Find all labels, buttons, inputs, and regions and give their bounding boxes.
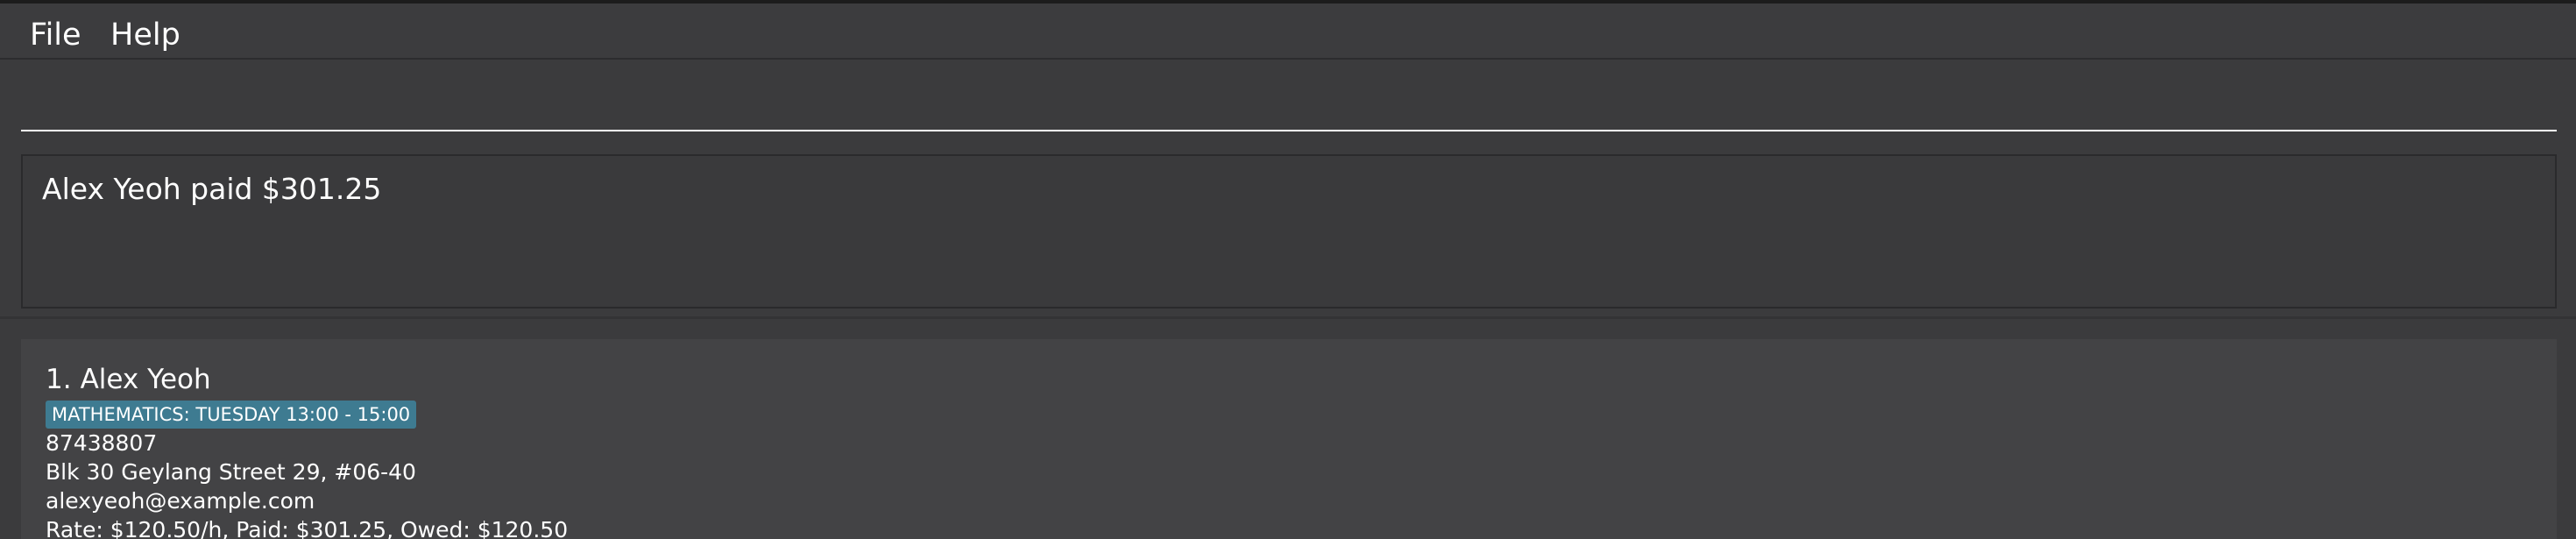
- person-email: alexyeoh@example.com: [46, 488, 315, 514]
- command-input[interactable]: [21, 75, 2557, 131]
- menu-file[interactable]: File: [23, 14, 88, 56]
- person-payment-summary: Rate: $120.50/h, Paid: $301.25, Owed: $1…: [46, 517, 569, 539]
- person-list[interactable]: 1. Alex Yeoh MATHEMATICS: TUESDAY 13:00 -…: [0, 322, 2576, 539]
- menu-bar: File Help: [0, 0, 2576, 60]
- app-window: File Help Alex Yeoh paid $301.25 1. Alex …: [0, 0, 2576, 539]
- command-box-pane: [0, 60, 2576, 144]
- result-display[interactable]: Alex Yeoh paid $301.25: [21, 154, 2557, 309]
- person-address: Blk 30 Geylang Street 29, #06-40: [46, 459, 416, 485]
- person-index: 1.: [46, 364, 72, 395]
- person-phone: 87438807: [46, 430, 158, 456]
- result-text: Alex Yeoh paid $301.25: [42, 172, 382, 206]
- lesson-tag: MATHEMATICS: TUESDAY 13:00 - 15:00: [46, 401, 417, 429]
- menu-help[interactable]: Help: [103, 14, 188, 56]
- person-name-row: 1. Alex Yeoh: [46, 363, 211, 396]
- result-display-pane: Alex Yeoh paid $301.25: [0, 144, 2576, 319]
- person-card[interactable]: 1. Alex Yeoh MATHEMATICS: TUESDAY 13:00 -…: [21, 339, 2557, 539]
- person-name: Alex Yeoh: [80, 364, 211, 395]
